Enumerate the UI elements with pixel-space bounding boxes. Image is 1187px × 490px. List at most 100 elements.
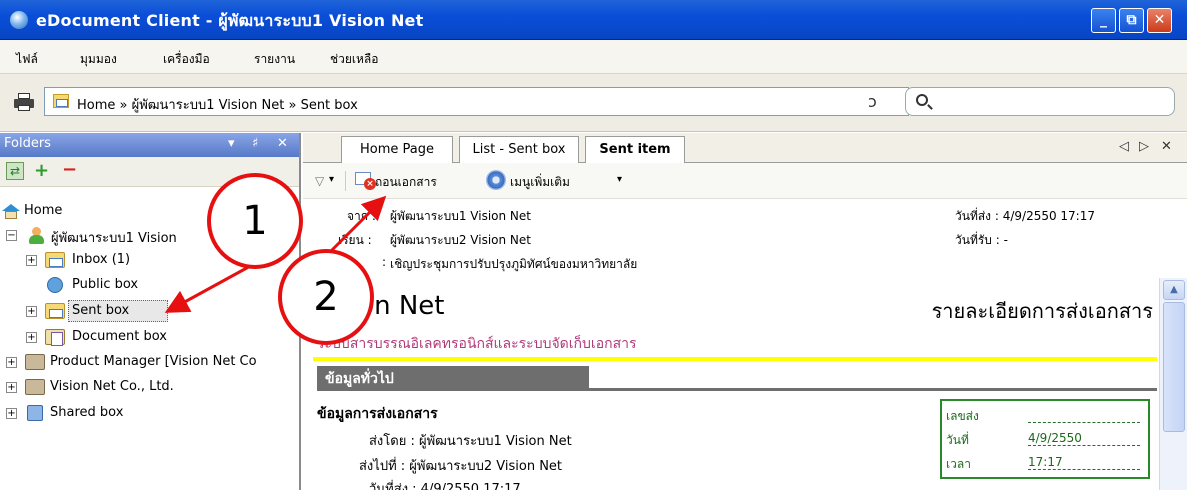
tree-item-inbox[interactable]: + Inbox (1)	[2, 250, 202, 272]
tree-item-label: Shared box	[50, 405, 124, 420]
number-value	[1028, 407, 1140, 423]
folders-dropdown-icon[interactable]: ▾	[228, 136, 235, 151]
tree-item-user[interactable]: − ผู้พัฒนาระบบ1 Vision	[2, 225, 212, 247]
date-label: วันที่	[946, 433, 969, 447]
tree-item-shared-box[interactable]: + Shared box	[2, 403, 222, 425]
chevron-down-icon[interactable]: ▾	[617, 174, 622, 185]
tree-item-label: Product Manager [Vision Net Co	[50, 354, 257, 369]
tree-item-label: Document box	[72, 329, 167, 344]
sync-icon[interactable]: ⇄	[6, 162, 24, 180]
pin-icon[interactable]: ♯	[252, 136, 258, 151]
expand-icon[interactable]: +	[26, 306, 37, 317]
expand-icon[interactable]: +	[6, 408, 17, 419]
globe-folder-icon	[47, 277, 63, 293]
chevron-down-icon[interactable]: ▾	[329, 174, 334, 185]
sent-date: วันที่ส่ง : 4/9/2550 17:17	[955, 209, 1095, 223]
app-icon	[10, 11, 28, 29]
tree-item-company[interactable]: + Vision Net Co., Ltd.	[2, 377, 262, 399]
folders-header: Folders ▾ ♯ ✕	[0, 133, 299, 157]
document-subtitle: ระบบสารบรรณอิเลคทรอนิกส์และระบบจัดเก็บเอ…	[317, 336, 637, 352]
from-value: ผู้พัฒนาระบบ1 Vision Net	[390, 209, 531, 223]
sent-to-line: ส่งไปที่ : ผู้พัฒนาระบบ2 Vision Net	[359, 459, 563, 474]
menu-help[interactable]: ช่วยเหลือ	[330, 50, 379, 69]
number-label: เลขส่ง	[946, 409, 979, 423]
time-value: 17:17	[1028, 455, 1140, 470]
refresh-icon[interactable]: ↄ	[868, 92, 877, 111]
tree-item-label: ผู้พัฒนาระบบ1 Vision	[51, 231, 177, 246]
scroll-up-icon[interactable]: ▲	[1163, 280, 1185, 300]
close-tab-icon[interactable]: ✕	[1161, 139, 1172, 154]
minimize-button[interactable]: _	[1091, 8, 1116, 33]
document-scrollbar[interactable]: ▲	[1159, 278, 1187, 490]
tree-item-label: Public box	[72, 277, 139, 292]
tab-home-page[interactable]: Home Page	[341, 136, 453, 163]
organization-folder-icon	[25, 354, 45, 370]
tab-scroll-left-icon[interactable]: ◁	[1119, 139, 1129, 154]
folders-title: Folders	[4, 136, 51, 151]
breadcrumb-path: Home » ผู้พัฒนาระบบ1 Vision Net » Sent b…	[77, 98, 358, 113]
collapse-icon[interactable]: −	[6, 230, 17, 241]
maximize-button[interactable]: ⧉	[1119, 8, 1144, 33]
menu-file[interactable]: ไฟล์	[16, 50, 38, 69]
window-title: eDocument Client - ผู้พัฒนาระบบ1 Vision …	[36, 11, 424, 30]
tree-item-document-box[interactable]: + Document box	[2, 327, 222, 349]
expand-icon[interactable]: +	[26, 332, 37, 343]
tree-item-product-manager[interactable]: + Product Manager [Vision Net Co	[2, 352, 298, 374]
action-toolbar: ▽ ▾ × ถอนเอกสาร เมนูเพิ่มเติม ▾	[303, 163, 1187, 199]
recall-document-icon[interactable]: ×	[355, 172, 376, 190]
scrollbar-thumb[interactable]	[1163, 302, 1185, 432]
more-menu-button[interactable]: เมนูเพิ่มเติม	[510, 173, 570, 192]
menu-bar: ไฟล์ มุมมอง เครื่องมือ รายงาน ช่วยเหลือ	[0, 40, 1187, 74]
search-input[interactable]	[936, 91, 1166, 112]
section-rule	[317, 388, 1157, 391]
tab-sent-item[interactable]: Sent item	[585, 136, 685, 164]
document-number-box: เลขส่ง วันที่ 4/9/2550 เวลา 17:17	[940, 399, 1150, 479]
tree-item-sent-box[interactable]: + Sent box	[2, 301, 202, 323]
tab-scroll-right-icon[interactable]: ▷	[1139, 139, 1149, 154]
menu-tools[interactable]: เครื่องมือ	[163, 50, 210, 69]
menu-reports[interactable]: รายงาน	[254, 50, 295, 69]
remove-folder-icon[interactable]: −	[62, 159, 77, 180]
printer-icon[interactable]	[14, 93, 34, 111]
to-label: เรียน :	[338, 233, 372, 247]
to-value: ผู้พัฒนาระบบ2 Vision Net	[390, 233, 531, 247]
tree-item-label: Vision Net Co., Ltd.	[50, 379, 174, 394]
expand-icon[interactable]: +	[6, 382, 17, 393]
add-folder-icon[interactable]: +	[34, 160, 49, 181]
tree-item-public-box[interactable]: Public box	[2, 275, 202, 297]
address-bar: Home » ผู้พัฒนาระบบ1 Vision Net » Sent b…	[0, 74, 1187, 132]
filter-icon[interactable]: ▽	[315, 174, 324, 188]
gear-icon[interactable]	[486, 170, 506, 190]
breadcrumb[interactable]: Home » ผู้พัฒนาระบบ1 Vision Net » Sent b…	[44, 87, 909, 116]
document-view: Vision Net รายละเอียดการส่งเอกสาร ระบบสา…	[313, 275, 1157, 490]
sent-on-line: วันที่ส่ง : 4/9/2550 17:17	[369, 482, 521, 490]
subject-value: เชิญประชุมการปรับปรุงภูมิทัศน์ของมหาวิทย…	[390, 257, 638, 271]
menu-view[interactable]: มุมมอง	[80, 50, 117, 69]
date-value: 4/9/2550	[1028, 431, 1140, 446]
expand-icon[interactable]: +	[26, 255, 37, 266]
close-pane-icon[interactable]: ✕	[277, 136, 288, 151]
document-tabs: Home Page List - Sent box Sent item ◁ ▷ …	[303, 133, 1187, 164]
window-title-bar: eDocument Client - ผู้พัฒนาระบบ1 Vision …	[0, 0, 1187, 40]
organization-folder-icon	[25, 379, 45, 395]
document-folder-icon	[45, 329, 65, 346]
shared-folder-icon	[27, 405, 43, 421]
inbox-folder-icon	[45, 252, 65, 268]
tab-list-sent-box[interactable]: List - Sent box	[459, 136, 579, 163]
document-heading: รายละเอียดการส่งเอกสาร	[931, 299, 1153, 323]
sent-folder-icon	[45, 303, 65, 319]
expand-icon[interactable]: +	[6, 357, 17, 368]
tree-item-label: Home	[24, 203, 63, 218]
tree-item-home[interactable]: Home	[2, 201, 122, 223]
search-box[interactable]	[905, 87, 1175, 116]
section-header: ข้อมูลทั่วไป	[317, 366, 589, 390]
received-date: วันที่รับ : -	[955, 233, 1008, 247]
search-icon	[916, 94, 928, 106]
home-icon	[2, 204, 20, 219]
sent-by-line: ส่งโดย : ผู้พัฒนาระบบ1 Vision Net	[369, 434, 572, 449]
subject-label: :	[382, 255, 387, 269]
recall-document-button[interactable]: ถอนเอกสาร	[375, 173, 437, 192]
folder-icon	[53, 94, 69, 108]
user-icon	[28, 227, 44, 245]
close-window-button[interactable]: ✕	[1147, 8, 1172, 33]
